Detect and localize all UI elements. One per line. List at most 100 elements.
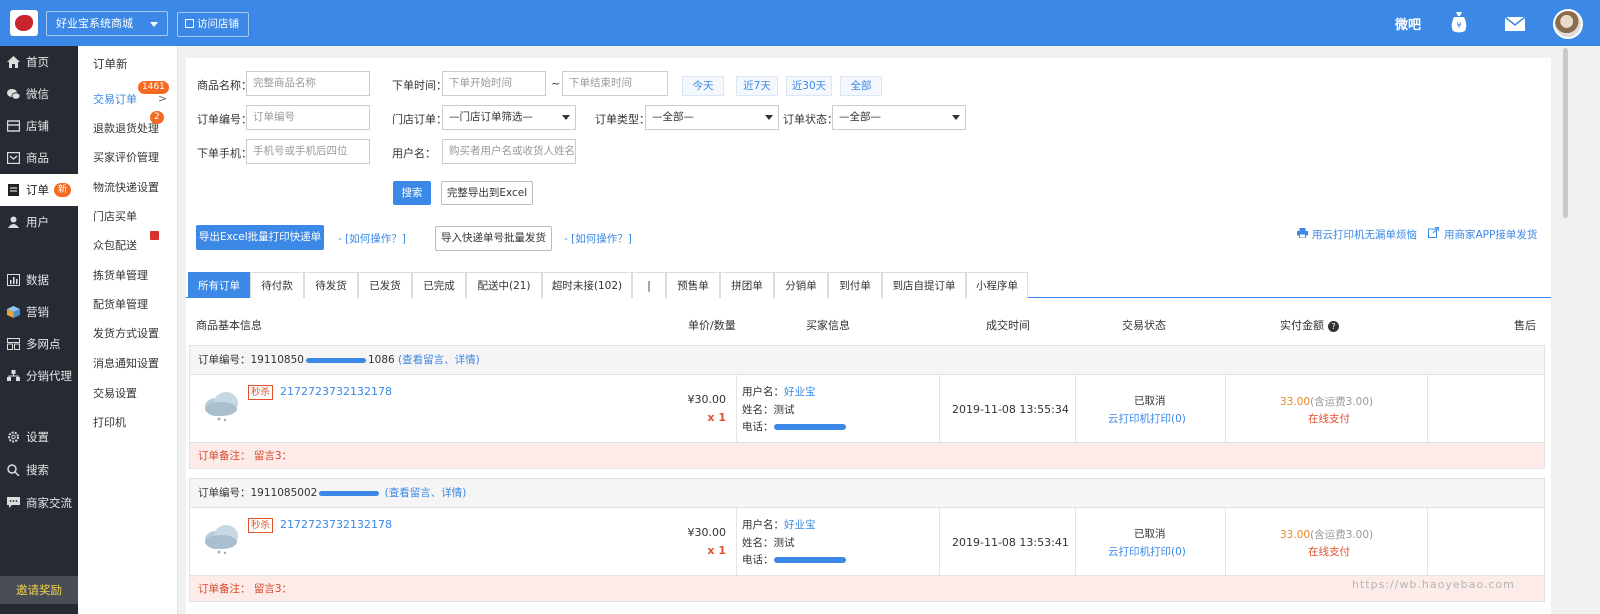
subnav-item-crowd-delivery[interactable]: 众包配送 [93, 237, 137, 253]
subnav-item-notifications[interactable]: 消息通知设置 [93, 355, 159, 371]
goods-id-link[interactable]: 2172723732132178 [280, 518, 392, 531]
sidebar-item-orders[interactable]: 订单 新 [0, 174, 78, 206]
tab-group-buy[interactable]: 拼团单 [720, 272, 774, 298]
sidebar-item-wechat[interactable]: 微信 [0, 78, 78, 110]
sidebar-item-data[interactable]: 数据 [0, 264, 78, 296]
store-order-select[interactable]: —门店订单筛选— [442, 105, 576, 130]
redaction-mark [773, 557, 846, 563]
shop-select[interactable]: 好业宝系统商城 [46, 11, 168, 36]
export-print-button[interactable]: 导出Excel批量打印快递单 [196, 225, 324, 250]
order-header: 订单编号：1911085002 (查看留言、详情) [190, 479, 1544, 508]
subnav-item-refunds[interactable]: 退款退货处理 [93, 120, 159, 136]
sidebar-item-settings[interactable]: 设置 [0, 421, 78, 453]
sidebar-item-merchant-chat[interactable]: 商家交流 [0, 487, 78, 519]
quick-today-button[interactable]: 今天 [682, 76, 724, 96]
tab-all-orders[interactable]: 所有订单 [188, 272, 250, 298]
scrollbar-thumb[interactable] [1563, 48, 1568, 218]
sidebar-item-label: 分销代理 [26, 369, 72, 383]
sidebar-item-agent[interactable]: 分销代理 [0, 360, 78, 392]
subnav-item-picking[interactable]: 拣货单管理 [93, 267, 148, 283]
tab-completed[interactable]: 已完成 [412, 272, 466, 298]
subnav-item-distribution[interactable]: 配货单管理 [93, 296, 148, 312]
username-input[interactable]: 购买者用户名或收货人姓名 [442, 139, 576, 164]
tab-mini-program[interactable]: 小程序单 [966, 272, 1028, 298]
order-detail-link[interactable]: (查看留言、详情) [398, 354, 480, 366]
header-after-sale: 售后 [1514, 319, 1536, 332]
order-detail-link[interactable]: (查看留言、详情) [385, 487, 467, 499]
cloud-thumbnail-icon[interactable] [202, 389, 240, 421]
buyer-username-link[interactable]: 好业宝 [784, 386, 816, 398]
order-card: 订单编号：1911085002 (查看留言、详情) 秒杀 21727237321… [189, 478, 1545, 602]
import-ship-button[interactable]: 导入快递单号批量发货 [435, 226, 552, 251]
tab-pending-ship[interactable]: 待发货 [304, 272, 358, 298]
cloud-thumbnail-icon[interactable] [202, 522, 240, 554]
quick-all-button[interactable]: 全部 [840, 76, 882, 96]
subnav-item-reviews[interactable]: 买家评价管理 [93, 149, 159, 165]
sidebar-item-label: 订单 [26, 183, 49, 197]
visit-store-button[interactable]: 访问店铺 [177, 12, 249, 37]
subnav-item-trade-settings[interactable]: 交易设置 [93, 385, 137, 401]
buyer-phone: 电话： [742, 419, 846, 434]
tab-cod[interactable]: 到付单 [828, 272, 882, 298]
order-type-select[interactable]: —全部— [645, 105, 779, 130]
cloud-print-link[interactable]: 用云打印机无漏单烦恼 [1312, 227, 1417, 242]
how-to-link-2[interactable]: - [如何操作？] [564, 231, 632, 246]
divider [1225, 508, 1226, 575]
how-to-link-1[interactable]: - [如何操作？] [338, 231, 406, 246]
search-button[interactable]: 搜索 [393, 181, 431, 205]
subnav-item-store-pay[interactable]: 门店买单 [93, 208, 137, 224]
order-no-input[interactable]: 订单编号 [246, 105, 370, 130]
order-note: 订单备注： 留言3： [190, 442, 1544, 468]
tab-pending-payment[interactable]: 待付款 [250, 272, 304, 298]
sidebar-item-branches[interactable]: 多网点 [0, 328, 78, 360]
sidebar-item-marketing[interactable]: 营销 [0, 296, 78, 328]
mail-icon[interactable] [1505, 17, 1525, 31]
tab-pickup[interactable]: 到店自提订单 [882, 272, 966, 298]
home-icon [7, 56, 20, 68]
weiba-link[interactable]: 微吧 [1395, 14, 1421, 33]
buyer-username-link[interactable]: 好业宝 [784, 519, 816, 531]
subnav-item-express[interactable]: 物流快递设置 [93, 179, 159, 195]
help-icon[interactable]: ? [1328, 320, 1339, 332]
app-order-link[interactable]: 用商家APP接单发货 [1444, 227, 1537, 242]
tab-distribution[interactable]: 分销单 [774, 272, 828, 298]
branches-icon [7, 338, 20, 350]
goods-icon [7, 152, 20, 164]
end-time-input[interactable]: 下单结束时间 [562, 71, 668, 96]
sidebar-item-users[interactable]: 用户 [0, 206, 78, 238]
subnav-item-trade-orders[interactable]: 交易订单 [93, 91, 137, 107]
buyer-username-label: 用户名： [742, 519, 784, 531]
avatar[interactable] [1553, 9, 1583, 39]
header-time: 成交时间 [986, 319, 1030, 332]
cloud-print-link[interactable]: 云打印机打印(0) [1108, 544, 1186, 559]
sidebar-item-goods[interactable]: 商品 [0, 142, 78, 174]
cloud-print-link[interactable]: 云打印机打印(0) [1108, 411, 1186, 426]
export-excel-button[interactable]: 完整导出到Excel [441, 181, 533, 205]
money-bag-icon[interactable]: ¥ [1450, 11, 1468, 33]
sidebar-item-store[interactable]: 店铺 [0, 110, 78, 142]
sidebar-item-label: 营销 [26, 305, 49, 319]
tab-presale[interactable]: 预售单 [666, 272, 720, 298]
tab-delivering[interactable]: 配送中(21) [466, 272, 542, 298]
logo[interactable] [10, 10, 38, 36]
tab-separator: | [632, 272, 666, 298]
quick-7days-button[interactable]: 近7天 [736, 76, 778, 96]
phone-input[interactable]: 手机号或手机后四位 [246, 139, 370, 164]
start-time-input[interactable]: 下单开始时间 [442, 71, 546, 96]
product-name-input[interactable]: 完整商品名称 [246, 71, 370, 96]
tab-shipped[interactable]: 已发货 [358, 272, 412, 298]
buyer-phone-label: 电话： [742, 421, 774, 433]
external-link-icon [1428, 227, 1439, 238]
deal-time: 2019-11-08 13:55:34 [952, 403, 1069, 416]
subnav-item-shipping-methods[interactable]: 发货方式设置 [93, 325, 159, 341]
sidebar-item-search[interactable]: 搜索 [0, 454, 78, 486]
invite-reward-button[interactable]: 邀请奖励 [0, 576, 78, 604]
buyer-phone: 电话： [742, 552, 846, 567]
sidebar-item-home[interactable]: 首页 [0, 46, 78, 78]
order-status-select[interactable]: —全部— [832, 105, 966, 130]
refunds-badge: 2 [150, 111, 164, 124]
subnav-item-printer[interactable]: 打印机 [93, 414, 126, 430]
goods-id-link[interactable]: 2172723732132178 [280, 385, 392, 398]
quick-30days-button[interactable]: 近30天 [786, 76, 832, 96]
tab-timeout[interactable]: 超时未接(102) [542, 272, 632, 298]
